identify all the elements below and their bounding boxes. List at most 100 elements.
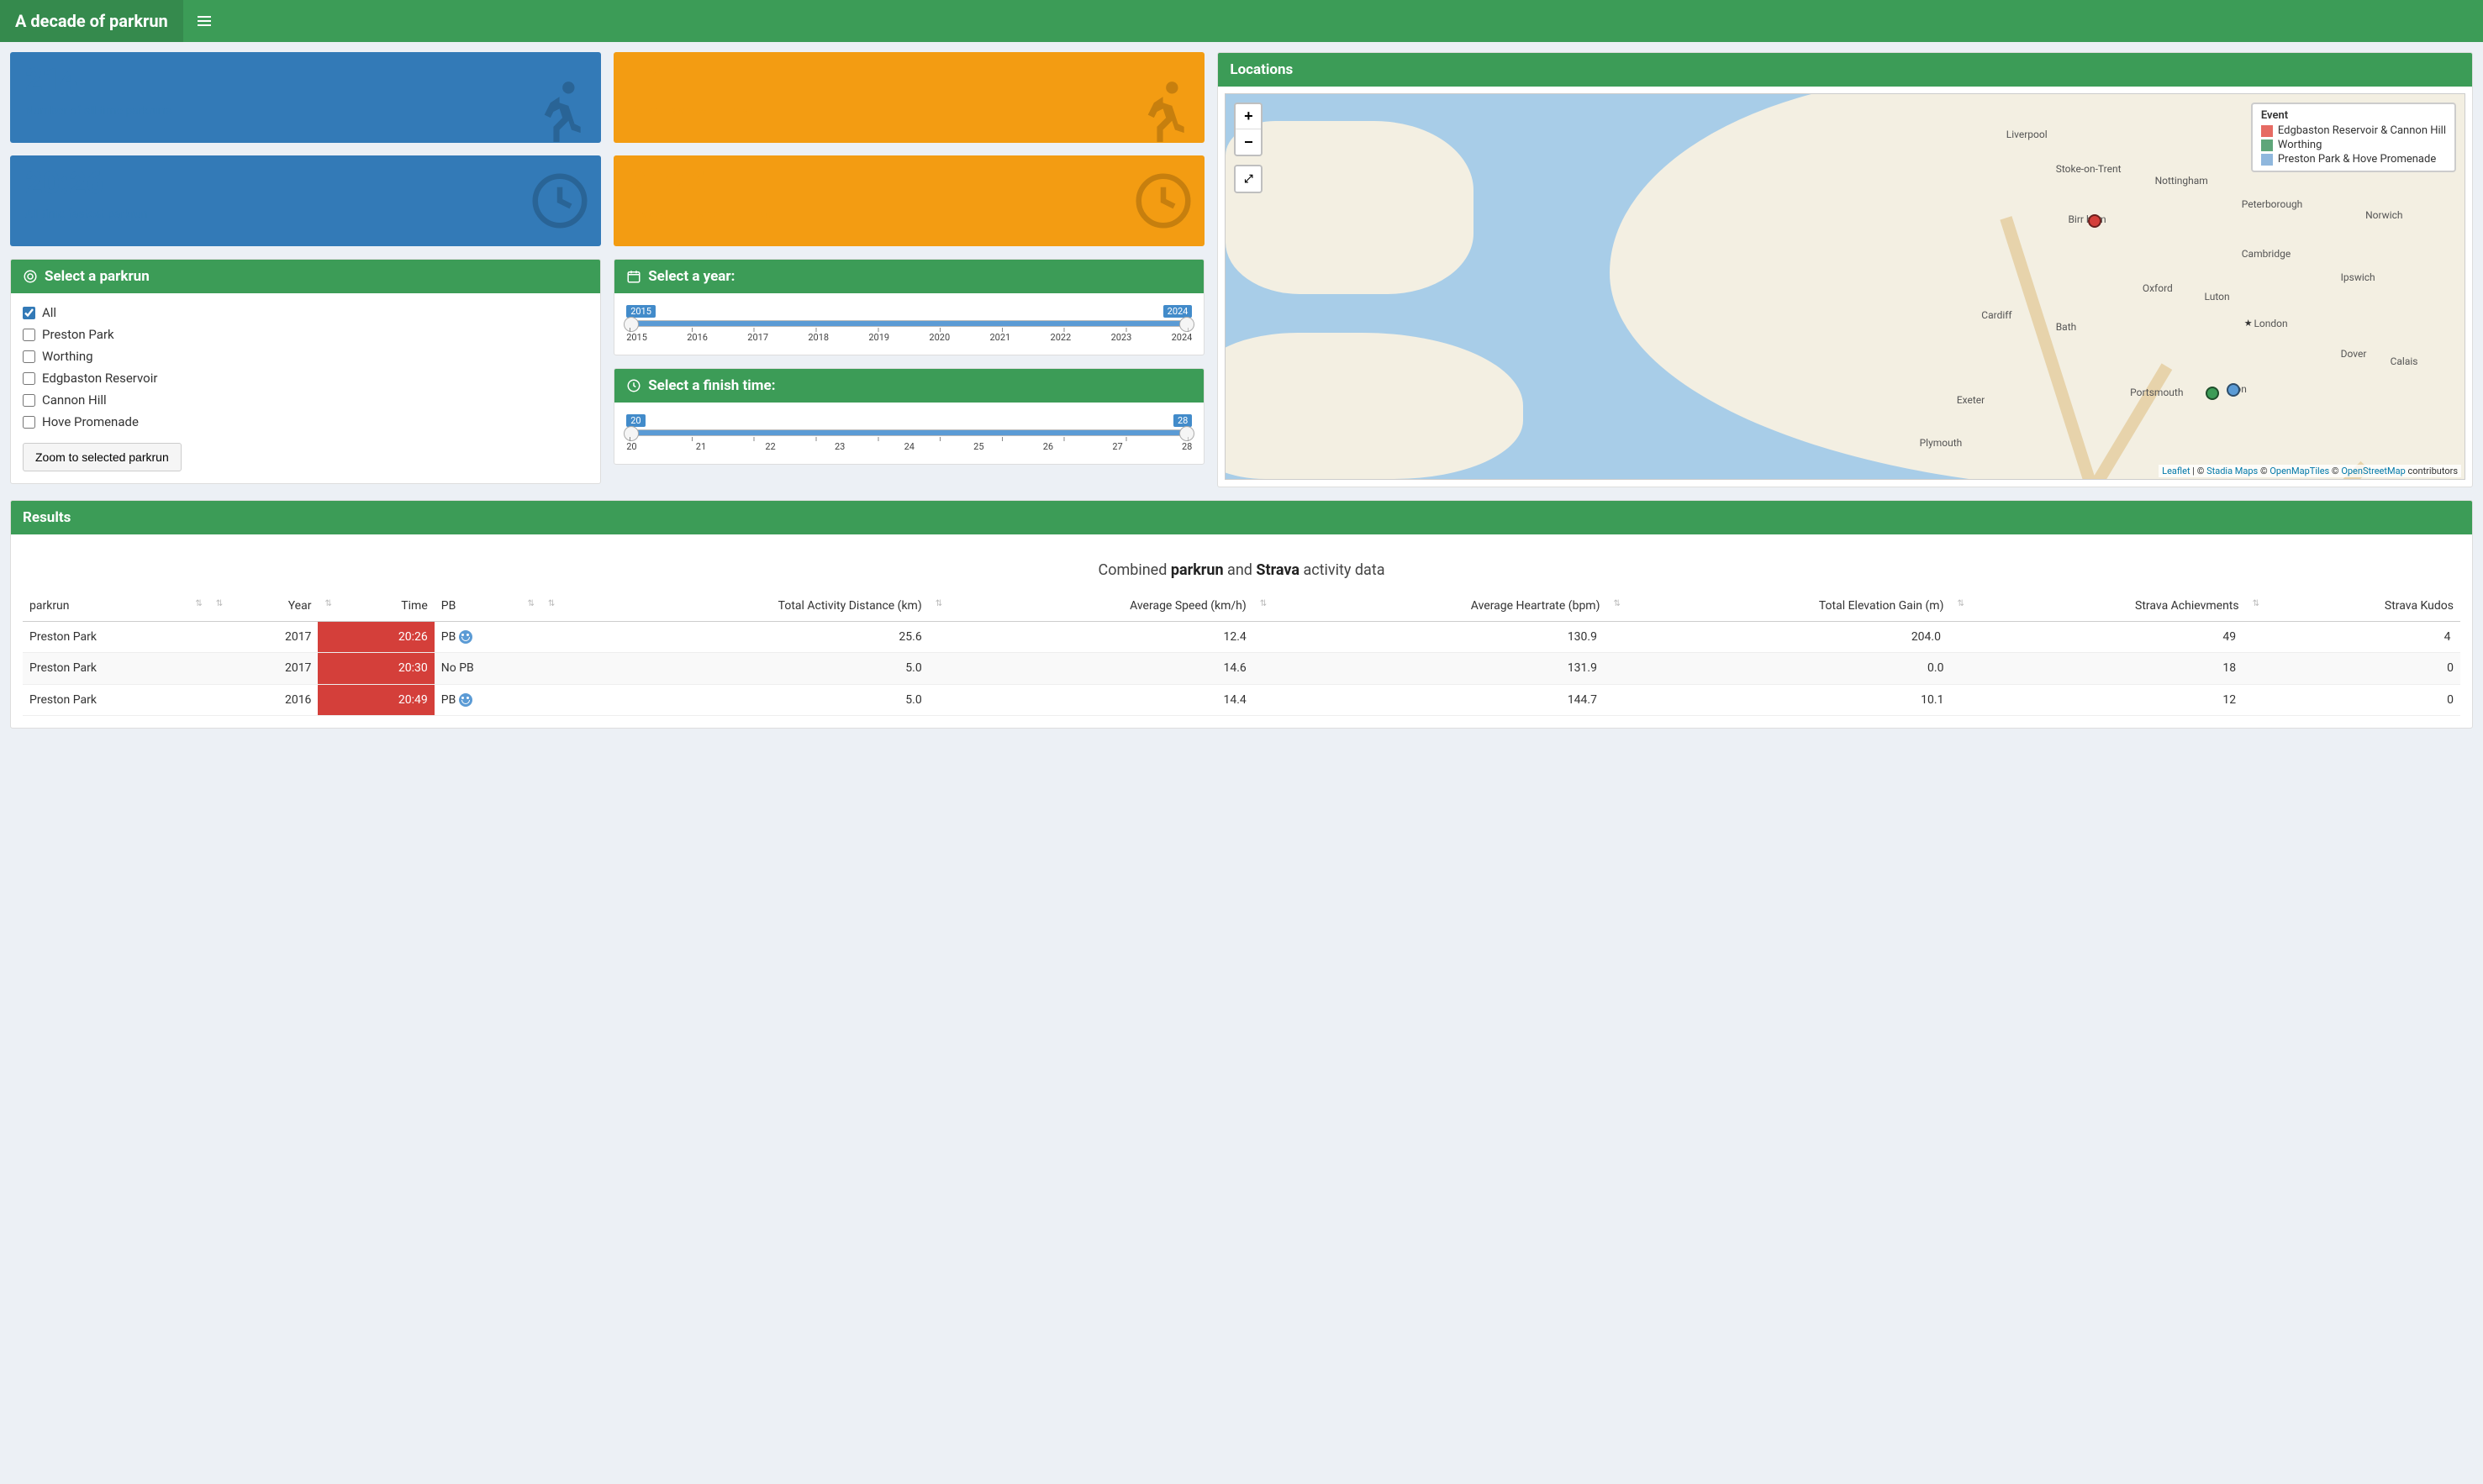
sort-icon: ⇅ (1260, 599, 1267, 608)
stat-fastest-shown: 20:26 Fastest time shown on map (614, 155, 1205, 246)
panel-title: Select a parkrun (45, 268, 150, 285)
sort-icon: ⇅ (1613, 599, 1620, 608)
panel-title: Results (23, 509, 71, 526)
sort-icon: ⇅ (216, 599, 223, 608)
select-parkrun-panel: Select a parkrun All Preston Park Worthing… (10, 259, 601, 484)
checkbox-input[interactable] (23, 372, 35, 385)
clock-icon (1131, 168, 1196, 234)
cell-speed: 14.6 (929, 653, 1253, 684)
legend-swatch (2261, 139, 2273, 151)
runner-icon (1124, 76, 1196, 143)
checkbox-input[interactable] (23, 307, 35, 319)
map-city-label: Cambridge (2242, 248, 2291, 260)
map[interactable]: + − ⤢ Event Edgbaston Reservoir & Cannon… (1225, 93, 2465, 480)
column-header[interactable]: ⇅Strava Kudos (2246, 591, 2460, 622)
column-header[interactable]: ⇅Year (209, 591, 319, 622)
checkbox-input[interactable] (23, 394, 35, 407)
table-row[interactable]: Preston Park201620:49PB 5.014.4144.7 10.… (23, 684, 2460, 715)
stadia-link[interactable]: Stadia Maps (2206, 466, 2258, 476)
checkbox-worthing[interactable]: Worthing (23, 349, 588, 364)
checkbox-input[interactable] (23, 416, 35, 429)
cell-parkrun: Preston Park (23, 684, 209, 715)
map-city-label: Norwich (2365, 209, 2402, 221)
map-city-label: Liverpool (2006, 129, 2048, 140)
checkbox-cannon-hill[interactable]: Cannon Hill (23, 392, 588, 408)
cell-kudos: 0 (2246, 684, 2460, 715)
cell-time: 20:26 (318, 622, 434, 653)
clock-icon (626, 378, 641, 393)
sort-icon: ⇅ (548, 599, 555, 608)
parkrun-checklist: All Preston Park Worthing Edgbaston Reservo… (23, 305, 588, 429)
stat-label: Fastest time shown on map (629, 208, 1189, 221)
zoom-selected-button[interactable]: Zoom to selected parkrun (23, 443, 182, 471)
smile-icon (459, 693, 472, 707)
cell-elevation: 0.0 (1606, 653, 1950, 684)
column-header[interactable]: ⇅Total Activity Distance (km) (541, 591, 929, 622)
map-city-label: Bath (2056, 321, 2077, 333)
cell-heartrate: 144.7 (1253, 684, 1607, 715)
stat-fastest-alltime: 20:26 All-time fastest parkrun (10, 155, 601, 246)
osm-link[interactable]: OpenStreetMap (2341, 466, 2405, 476)
reset-view-button[interactable]: ⤢ (1236, 166, 1261, 192)
map-city-label: London (2254, 318, 2287, 329)
checkbox-input[interactable] (23, 329, 35, 341)
cell-distance: 5.0 (541, 684, 929, 715)
map-legend: Event Edgbaston Reservoir & Cannon HillW… (2251, 103, 2456, 172)
table-row[interactable]: Preston Park201720:26PB 25.612.4130.9 20… (23, 622, 2460, 653)
cell-achievements: 49 (1950, 622, 2245, 653)
checkbox-all[interactable]: All (23, 305, 588, 320)
map-marker[interactable] (2206, 387, 2219, 400)
stat-label: Number of all-time parkruns (25, 104, 586, 118)
sort-icon: ⇅ (527, 599, 534, 608)
clock-icon (527, 168, 593, 234)
zoom-out-button[interactable]: − (1236, 129, 1261, 155)
cell-time: 20:49 (318, 684, 434, 715)
sort-icon: ⇅ (324, 599, 331, 608)
column-header[interactable]: parkrun⇅ (23, 591, 209, 622)
navbar: A decade of parkrun (0, 0, 2483, 42)
legend-swatch (2261, 125, 2273, 137)
column-header[interactable]: ⇅Strava Achievments (1950, 591, 2245, 622)
panel-title: Select a finish time: (648, 377, 775, 394)
map-marker[interactable] (2088, 214, 2101, 228)
slider-max-badge: 2024 (1163, 305, 1193, 318)
cell-parkrun: Preston Park (23, 653, 209, 684)
cell-year: 2017 (209, 653, 319, 684)
legend-swatch (2261, 154, 2273, 166)
omt-link[interactable]: OpenMapTiles (2269, 466, 2329, 476)
legend-title: Event (2261, 109, 2446, 122)
column-header[interactable]: ⇅Total Elevation Gain (m) (1606, 591, 1950, 622)
target-icon (23, 269, 38, 284)
year-slider[interactable]: 20152024 2015201620172018201920202021202… (626, 305, 1192, 343)
checkbox-input[interactable] (23, 350, 35, 363)
column-header[interactable]: ⇅Average Heartrate (bpm) (1253, 591, 1607, 622)
map-city-label: Plymouth (1920, 437, 1963, 449)
legend-item: Preston Park & Hove Promenade (2261, 153, 2446, 166)
cell-distance: 5.0 (541, 653, 929, 684)
select-year-panel: Select a year: 20152024 2015201620172018… (614, 259, 1205, 355)
checkbox-hove-promenade[interactable]: Hove Promenade (23, 414, 588, 429)
zoom-in-button[interactable]: + (1236, 104, 1261, 129)
map-controls: + − ⤢ (1234, 103, 1263, 193)
slider-min-badge: 2015 (626, 305, 656, 318)
menu-toggle[interactable] (183, 0, 225, 42)
stat-value: 214 (25, 64, 586, 97)
cell-heartrate: 130.9 (1253, 622, 1607, 653)
stat-shown-parkruns: 161 Parkruns shown on map (614, 52, 1205, 143)
table-row[interactable]: Preston Park201720:30No PB5.014.6131.9 0… (23, 653, 2460, 684)
column-header[interactable]: ⇅Time (318, 591, 434, 622)
column-header[interactable]: PB⇅ (435, 591, 541, 622)
cell-pb: No PB (435, 653, 541, 684)
finish-slider[interactable]: 2028 202122232425262728 (626, 414, 1192, 452)
column-header[interactable]: ⇅Average Speed (km/h) (929, 591, 1253, 622)
cell-pb: PB (435, 684, 541, 715)
checkbox-edgbaston-reservoir[interactable]: Edgbaston Reservoir (23, 371, 588, 386)
checkbox-preston-park[interactable]: Preston Park (23, 327, 588, 342)
results-table: parkrun⇅⇅Year⇅TimePB⇅⇅Total Activity Dis… (23, 591, 2460, 716)
map-city-label: Calais (2391, 355, 2418, 367)
sort-icon: ⇅ (2253, 599, 2259, 608)
select-finish-panel: Select a finish time: 2028 2021222324252… (614, 368, 1205, 465)
cell-elevation: 10.1 (1606, 684, 1950, 715)
leaflet-link[interactable]: Leaflet (2162, 466, 2190, 476)
cell-distance: 25.6 (541, 622, 929, 653)
